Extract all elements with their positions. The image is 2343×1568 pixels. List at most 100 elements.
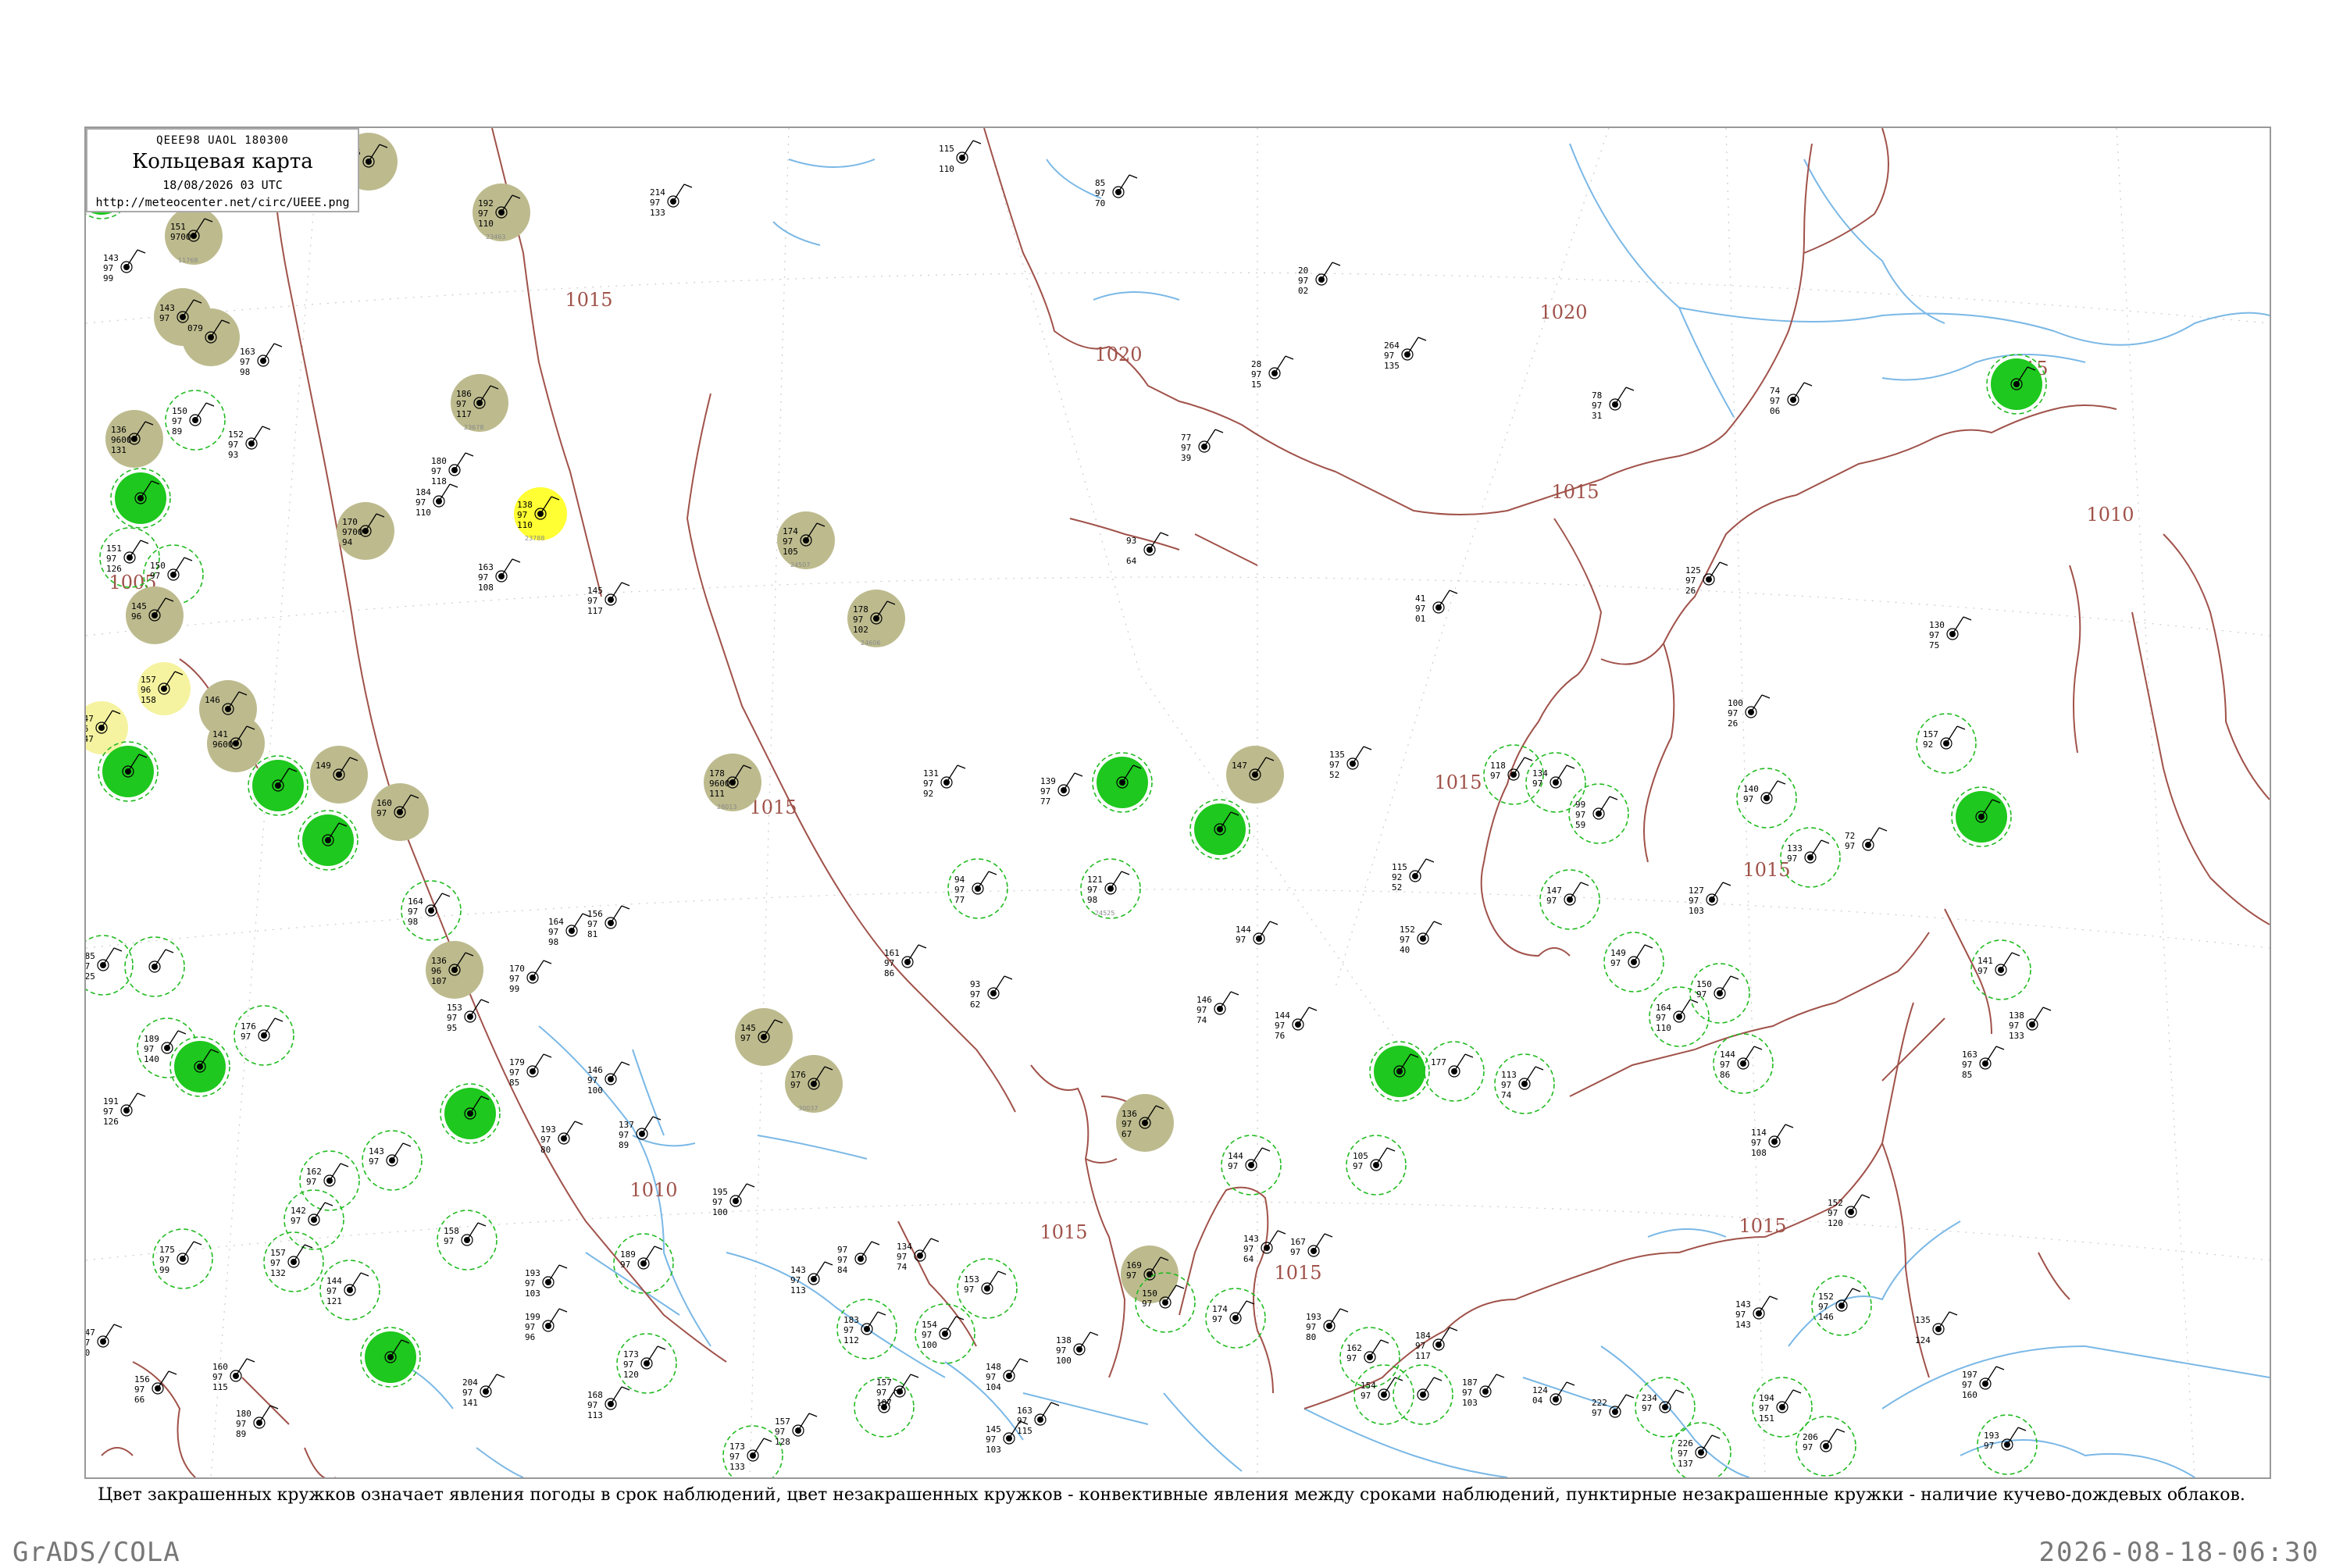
station-plot: 19297110 23463 [473, 184, 530, 241]
station-plot: 21497133 [650, 184, 693, 218]
temperature-value: 97 [1977, 966, 1988, 976]
temperature-value: 97 [954, 885, 965, 895]
temperature-value: 97 [86, 961, 90, 971]
wind-barb-feather [1803, 382, 1813, 387]
pressure-value: 138 [1056, 1335, 1072, 1345]
dewpoint-value: 104 [986, 1382, 1001, 1392]
temperature-value: 96 [86, 724, 88, 734]
wind-barb-icon [469, 999, 482, 1017]
dewpoint-value: 89 [172, 426, 182, 437]
wind-barb-feather [621, 905, 630, 910]
pressure-value: 151 [106, 543, 122, 554]
temperature-value: 97 [326, 1286, 337, 1296]
station-plot: 999759 [1568, 783, 1629, 844]
temperature-value: 97 [134, 1384, 144, 1395]
dewpoint-value: 133 [729, 1462, 745, 1472]
temperature-value: 97 [970, 989, 980, 1000]
pressure-value: 177 [1431, 1057, 1446, 1067]
wind-barb-feather [1722, 882, 1731, 886]
wind-barb-icon [1598, 796, 1610, 814]
temperature-value: 92 [1392, 872, 1402, 882]
dewpoint-value: 81 [587, 929, 597, 939]
station-plot: 1519700 11768 [165, 207, 223, 265]
station-plot: 22697137 [1671, 1422, 1731, 1477]
dewpoint-value: 52 [1329, 770, 1339, 780]
station-plot: 170970094 [337, 502, 394, 560]
wind-barb-icon [1352, 746, 1364, 764]
wind-barb-icon [194, 402, 207, 421]
temperature-value: 97 [620, 1260, 630, 1270]
temperature-value: 04 [1532, 1395, 1543, 1406]
pressure-value: 151 [170, 222, 186, 232]
station-plot: 15792 [1916, 713, 1977, 774]
temperature-value: 9700 [342, 527, 363, 537]
pressure-value: 72 [1845, 831, 1855, 841]
station-plot: 1309775 [1929, 616, 1972, 650]
station-plot: 14497121 [319, 1260, 380, 1320]
wind-barb-icon [1422, 921, 1435, 939]
temperature-value: 97 [415, 497, 426, 508]
wind-barb-icon [313, 1202, 326, 1221]
wind-barb-icon [641, 1116, 654, 1135]
temperature-value: 97 [1501, 1080, 1511, 1090]
wind-barb-icon [102, 947, 115, 966]
station-index: 23463 [486, 233, 505, 241]
wind-barb-icon [1774, 1124, 1786, 1142]
wind-barb-icon [1678, 999, 1691, 1017]
pressure-value: 158 [444, 1226, 459, 1236]
wind-barb-icon [532, 960, 544, 978]
pressure-value: 130 [1929, 620, 1945, 630]
wind-barb-feather [1277, 1230, 1286, 1235]
wind-barb-feather [512, 558, 521, 563]
wind-barb-feather [543, 1053, 552, 1058]
station-plot: 19597100 [712, 1183, 755, 1217]
wind-barb-feather [763, 1438, 772, 1442]
wind-barb-icon [263, 1017, 276, 1036]
station-plot: 1639798 [240, 343, 283, 377]
wind-barb-feather [1433, 921, 1443, 925]
wind-barb-feather [1496, 1374, 1505, 1378]
wind-barb-icon [1250, 1147, 1263, 1166]
dewpoint-value: 64 [1126, 556, 1137, 566]
dewpoint-value: 100 [922, 1340, 937, 1350]
wind-barb-icon [1938, 1311, 1950, 1330]
wind-barb-icon [643, 1245, 655, 1264]
pressure-value: 169 [1126, 1260, 1142, 1270]
station-plot: 1759799 [152, 1228, 213, 1289]
temperature-value: 97 [923, 779, 933, 789]
wind-barb-feather [1339, 1308, 1349, 1313]
wind-barb-feather [972, 140, 982, 144]
wind-barb-icon [907, 944, 919, 963]
wind-barb-icon [1867, 827, 1880, 846]
station-plot: 1999796 [525, 1308, 568, 1342]
wind-barb-feather [1129, 174, 1138, 179]
dewpoint-value: 100 [587, 1085, 603, 1096]
map-url[interactable]: http://meteocenter.net/circ/UEEE.png [87, 195, 358, 209]
station-plot: 14497 [1236, 921, 1278, 945]
wind-barb-icon [1453, 1053, 1466, 1072]
temperature-value: 97 [837, 1255, 847, 1265]
wind-barb-feather [1675, 1389, 1685, 1394]
pressure-value: 199 [525, 1312, 540, 1322]
temperature-value: 97 [1384, 351, 1394, 361]
pressure-value: 226 [1678, 1438, 1693, 1449]
wind-barb-icon [752, 1438, 765, 1456]
wind-barb-icon [1952, 616, 1964, 635]
dewpoint-value: 15 [1251, 380, 1261, 390]
station-plot: 1439764 [1243, 1230, 1286, 1264]
temperature-value: 97 [540, 1135, 551, 1145]
dewpoint-value: 74 [1196, 1015, 1207, 1025]
temperature-value: 97 [228, 440, 238, 450]
station-plot: 15297120 [1828, 1194, 1870, 1228]
dewpoint-value: 137 [1678, 1459, 1693, 1469]
pressure-value: 168 [587, 1390, 603, 1400]
station-plot: 15797132 [263, 1231, 324, 1292]
wind-barb-icon [454, 452, 466, 471]
station-plot: 14697100 [587, 1061, 630, 1096]
station-plot: 1369600131 [105, 410, 163, 468]
pressure-value: 135 [1915, 1315, 1931, 1325]
station-plot: 93 64 [1126, 532, 1169, 566]
station-plot: 18097118 [431, 452, 474, 486]
temperature-value: 97 [1056, 1345, 1066, 1356]
temperature-value: 97 [1243, 1244, 1254, 1254]
